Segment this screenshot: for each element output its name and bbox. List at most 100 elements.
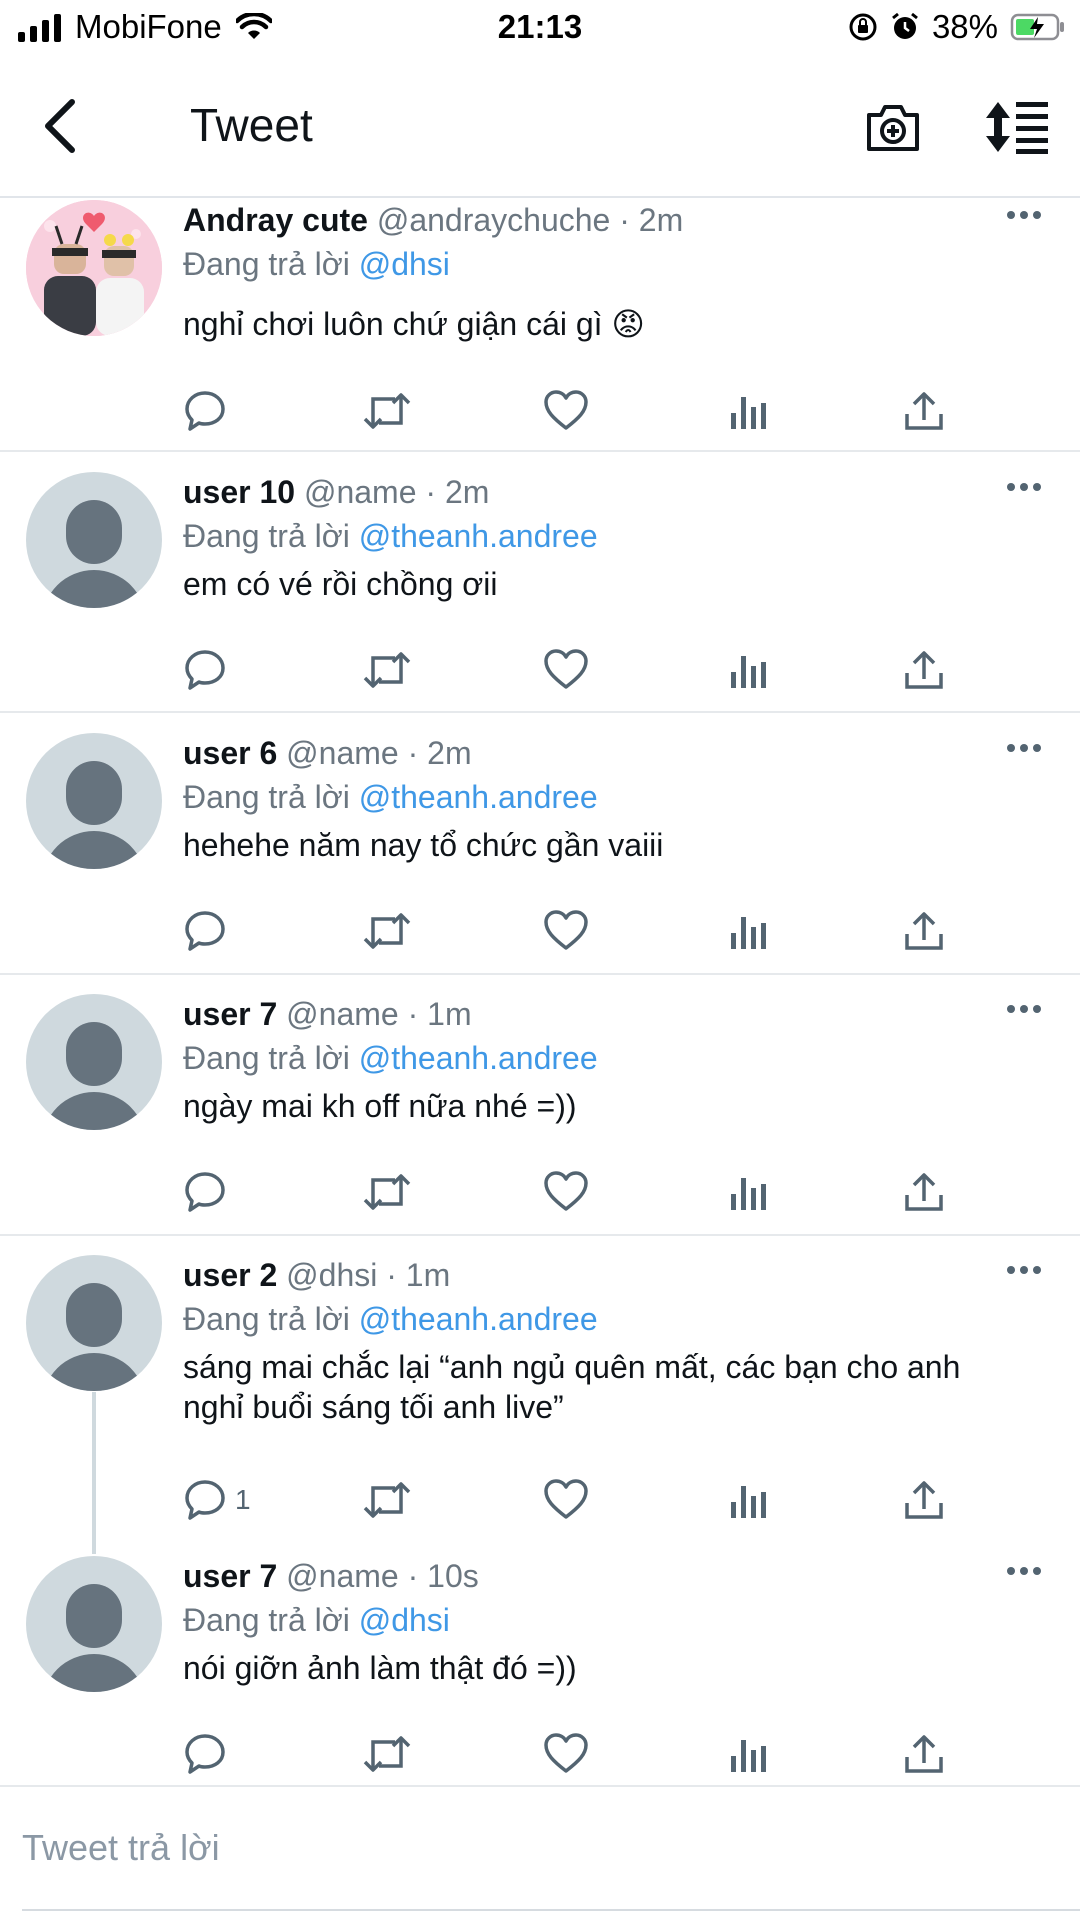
- display-name[interactable]: user 7: [183, 996, 277, 1032]
- analytics-button[interactable]: [728, 1729, 768, 1779]
- like-button[interactable]: [543, 1475, 589, 1525]
- analytics-button[interactable]: [728, 1475, 768, 1525]
- like-button[interactable]: [543, 906, 589, 956]
- tweet-header: Andray cute @andraychuche · 2m: [183, 200, 1040, 242]
- reply-button[interactable]: [183, 645, 235, 695]
- tweet-item[interactable]: user 7 @name · 10s Đang trả lời @dhsi nó…: [0, 1556, 1080, 1781]
- more-options-button[interactable]: [1002, 733, 1046, 763]
- retweet-button[interactable]: [363, 1167, 411, 1217]
- analytics-button[interactable]: [728, 906, 768, 956]
- reply-count: 1: [235, 1484, 251, 1515]
- avatar[interactable]: [26, 200, 162, 336]
- mention-link[interactable]: @dhsi: [359, 1602, 450, 1638]
- retweet-button[interactable]: [363, 1729, 411, 1779]
- mention-link[interactable]: @theanh.andree: [359, 779, 598, 815]
- more-options-button[interactable]: [1002, 472, 1046, 502]
- like-button[interactable]: [543, 1729, 589, 1779]
- bar-chart-icon: [728, 391, 768, 431]
- heart-icon: [543, 1171, 589, 1213]
- tweet-header: user 2 @dhsi · 1m: [183, 1255, 1040, 1297]
- share-icon: [903, 649, 945, 691]
- tweet-detail-screen: MobiFone 21:13 38% Tweet Andray cute @an…: [0, 0, 1080, 1920]
- retweet-button[interactable]: [363, 906, 411, 956]
- reply-input-underline: [22, 1909, 1080, 1911]
- mention-link[interactable]: @theanh.andree: [359, 518, 598, 554]
- like-button[interactable]: [543, 386, 589, 436]
- reply-button[interactable]: [183, 906, 235, 956]
- more-options-button[interactable]: [1002, 994, 1046, 1024]
- like-button[interactable]: [543, 645, 589, 695]
- bar-chart-icon: [728, 650, 768, 690]
- mention-link[interactable]: @dhsi: [359, 246, 450, 282]
- display-name[interactable]: user 2: [183, 1257, 277, 1293]
- analytics-button[interactable]: [728, 1167, 768, 1217]
- tweet-content: user 7 @name · 1m Đang trả lời @theanh.a…: [183, 994, 1040, 1126]
- share-icon: [903, 910, 945, 952]
- retweet-icon: [363, 648, 411, 692]
- reply-input[interactable]: [22, 1823, 1022, 1873]
- reply-button[interactable]: [183, 386, 235, 436]
- tweet-time: 2m: [444, 474, 490, 510]
- mention-link[interactable]: @theanh.andree: [359, 1301, 598, 1337]
- like-button[interactable]: [543, 1167, 589, 1217]
- reply-icon: [183, 1170, 227, 1214]
- user-handle[interactable]: @dhsi: [286, 1257, 377, 1293]
- tweet-item[interactable]: Andray cute @andraychuche · 2m Đang trả …: [0, 200, 1080, 452]
- replying-to: Đang trả lời @theanh.andree: [183, 1038, 1040, 1078]
- reply-button[interactable]: [183, 1729, 235, 1779]
- reply-button[interactable]: [183, 1167, 235, 1217]
- tweet-item[interactable]: user 6 @name · 2m Đang trả lời @theanh.a…: [0, 733, 1080, 975]
- avatar[interactable]: [26, 1255, 162, 1391]
- replying-to: Đang trả lời @dhsi: [183, 244, 1040, 284]
- retweet-button[interactable]: [363, 645, 411, 695]
- replying-to: Đang trả lời @theanh.andree: [183, 1299, 1040, 1339]
- tweet-time: 1m: [405, 1257, 451, 1293]
- user-handle[interactable]: @andraychuche: [377, 202, 611, 238]
- battery-percent: 38%: [931, 8, 998, 45]
- avatar[interactable]: [26, 994, 162, 1130]
- tweet-item[interactable]: user 2 @dhsi · 1m Đang trả lời @theanh.a…: [0, 1255, 1080, 1545]
- display-name[interactable]: user 10: [183, 474, 295, 510]
- display-name[interactable]: user 7: [183, 1558, 277, 1594]
- back-button[interactable]: [30, 96, 90, 156]
- share-button[interactable]: [903, 645, 945, 695]
- sort-button[interactable]: [982, 94, 1052, 160]
- more-options-button[interactable]: [1002, 1255, 1046, 1285]
- status-right: 38%: [848, 8, 1066, 46]
- more-options-button[interactable]: [1002, 200, 1046, 230]
- user-handle[interactable]: @name: [286, 735, 399, 771]
- bar-chart-icon: [728, 1172, 768, 1212]
- mention-link[interactable]: @theanh.andree: [359, 1040, 598, 1076]
- separator-dot: ·: [619, 202, 630, 238]
- share-button[interactable]: [903, 1167, 945, 1217]
- display-name[interactable]: Andray cute: [183, 202, 368, 238]
- analytics-button[interactable]: [728, 645, 768, 695]
- reply-button[interactable]: 1: [183, 1475, 251, 1525]
- retweet-icon: [363, 909, 411, 953]
- avatar[interactable]: [26, 472, 162, 608]
- orientation-lock-icon: [849, 13, 877, 41]
- share-button[interactable]: [903, 906, 945, 956]
- tweet-content: user 10 @name · 2m Đang trả lời @theanh.…: [183, 472, 1040, 604]
- share-button[interactable]: [903, 1729, 945, 1779]
- tweet-item[interactable]: user 10 @name · 2m Đang trả lời @theanh.…: [0, 472, 1080, 713]
- replying-to: Đang trả lời @theanh.andree: [183, 516, 1040, 556]
- share-icon: [903, 1733, 945, 1775]
- retweet-button[interactable]: [363, 1475, 411, 1525]
- user-handle[interactable]: @name: [304, 474, 417, 510]
- camera-button[interactable]: [860, 94, 926, 160]
- bar-chart-icon: [728, 1734, 768, 1774]
- retweet-button[interactable]: [363, 386, 411, 436]
- user-handle[interactable]: @name: [286, 1558, 399, 1594]
- more-options-button[interactable]: [1002, 1556, 1046, 1586]
- tweet-item[interactable]: user 7 @name · 1m Đang trả lời @theanh.a…: [0, 994, 1080, 1236]
- share-button[interactable]: [903, 386, 945, 436]
- replying-label: Đang trả lời: [183, 246, 350, 282]
- display-name[interactable]: user 6: [183, 735, 277, 771]
- avatar[interactable]: [26, 733, 162, 869]
- analytics-button[interactable]: [728, 386, 768, 436]
- user-handle[interactable]: @name: [286, 996, 399, 1032]
- avatar[interactable]: [26, 1556, 162, 1692]
- share-button[interactable]: [903, 1475, 945, 1525]
- replying-label: Đang trả lời: [183, 518, 350, 554]
